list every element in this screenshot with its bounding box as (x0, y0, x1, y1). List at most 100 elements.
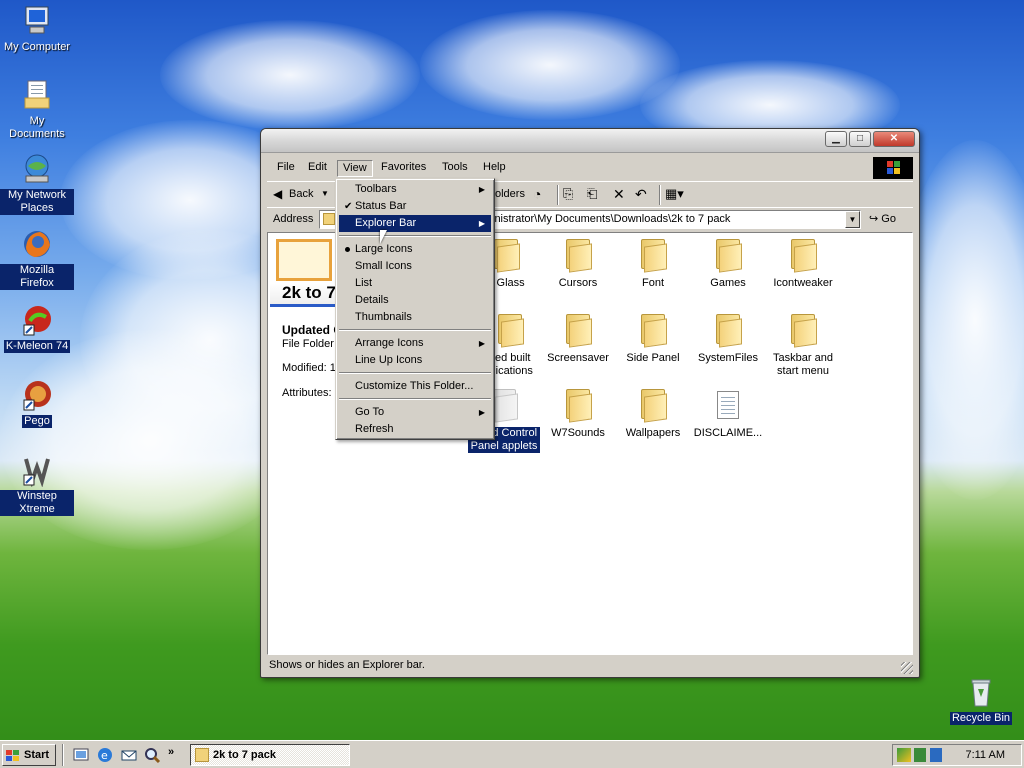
menu-file[interactable]: File (272, 160, 300, 177)
menu-help[interactable]: Help (478, 160, 511, 177)
menu-item-list[interactable]: List (339, 275, 491, 292)
selected-item-modified: Modified: 12 (282, 362, 342, 374)
file-item[interactable]: SystemFiles (692, 314, 764, 365)
desktop-icon-label: Winstep Xtreme (0, 490, 74, 516)
menu-item-arrange-icons[interactable]: Arrange Icons ▶ (339, 335, 491, 352)
show-desktop-icon[interactable] (72, 746, 90, 764)
back-arrow-icon: ◀ (273, 187, 283, 201)
file-item[interactable]: W7Sounds (542, 389, 614, 440)
menu-item-label: Details (355, 294, 389, 306)
menu-item-large-icons[interactable]: Large Icons (339, 241, 491, 258)
selected-item-name: Updated C (282, 323, 342, 337)
desktop-icon-label: K-Meleon 74 (3, 340, 71, 353)
file-item[interactable]: Taskbar and start menu (767, 314, 839, 378)
file-item[interactable]: Screensaver (542, 314, 614, 365)
file-item[interactable]: Wallpapers (617, 389, 689, 440)
view-menu-dropdown: Toolbars ▶ ✔ Status Bar Explorer Bar ▶ L… (335, 178, 495, 440)
file-item[interactable]: Icontweaker (767, 239, 839, 290)
delete-icon[interactable]: ✕ (613, 185, 631, 205)
back-button[interactable]: ◀ Back ▼ (271, 185, 331, 205)
selected-item-attributes: Attributes: (282, 387, 332, 399)
folder-icon (714, 314, 742, 348)
minimize-button[interactable]: ▁ (825, 131, 847, 147)
computer-icon (20, 4, 54, 38)
address-dropdown-button[interactable]: ▼ (845, 211, 860, 228)
copy-to-icon[interactable]: ⎗ (587, 185, 607, 205)
file-label: Font (641, 277, 664, 289)
menu-separator (339, 329, 491, 331)
menu-edit[interactable]: Edit (303, 160, 332, 177)
volume-tray-icon[interactable] (914, 748, 926, 762)
folder-icon (789, 239, 817, 273)
desktop-icon-winstep-xtreme[interactable]: Winstep Xtreme (0, 453, 74, 516)
file-label: DISCLAIME... (693, 427, 763, 439)
menu-item-refresh[interactable]: Refresh (339, 421, 491, 438)
go-arrow-icon: ↪ (869, 213, 879, 225)
menu-item-customize-this-folder[interactable]: Customize This Folder... (339, 378, 491, 395)
menu-item-explorer-bar[interactable]: Explorer Bar ▶ (339, 215, 491, 232)
menu-item-label: Customize This Folder... (355, 380, 474, 392)
desktop-icon-my-documents[interactable]: My Documents (0, 78, 74, 141)
k-meleon-icon (20, 303, 54, 337)
clock[interactable]: 7:11 AM (965, 749, 1005, 761)
desktop-icon-label: My Documents (9, 115, 65, 140)
file-label: Wallpapers (625, 427, 681, 439)
internet-explorer-icon[interactable]: e (96, 746, 114, 764)
menu-item-thumbnails[interactable]: Thumbnails (339, 309, 491, 326)
app-tray-icon[interactable] (930, 748, 942, 762)
back-label: Back (289, 188, 314, 200)
menu-item-label: Refresh (355, 423, 394, 435)
folder-icon (564, 314, 592, 348)
selected-item-type: File Folder (282, 338, 334, 350)
menu-item-label: Status Bar (355, 200, 407, 212)
menu-item-small-icons[interactable]: Small Icons (339, 258, 491, 275)
file-item[interactable]: Cursors (542, 239, 614, 290)
folder-icon (195, 748, 209, 762)
taskbar-task-2k-to-7-pack[interactable]: 2k to 7 pack (190, 744, 350, 766)
file-label: Icontweaker (773, 277, 833, 289)
menu-item-toolbars[interactable]: Toolbars ▶ (339, 181, 491, 198)
move-to-icon[interactable]: ⎘ (563, 185, 583, 205)
desktop-icon-pego[interactable]: Pego (0, 378, 74, 428)
maximize-button[interactable]: □ (849, 131, 871, 147)
network-tray-icon[interactable] (897, 748, 911, 762)
menu-tools[interactable]: Tools (437, 160, 473, 177)
menu-item-details[interactable]: Details (339, 292, 491, 309)
close-button[interactable]: ✕ (873, 131, 915, 147)
file-item[interactable]: Font (617, 239, 689, 290)
go-label: Go (881, 213, 896, 225)
file-item[interactable]: Side Panel (617, 314, 689, 365)
views-icon[interactable]: ▦▾ (665, 185, 693, 205)
start-button[interactable]: Start (2, 744, 56, 766)
go-button[interactable]: ↪ Go (869, 211, 896, 229)
file-label: W7Sounds (551, 427, 605, 439)
taskbar-separator (62, 744, 64, 766)
pego-icon (20, 378, 54, 412)
menu-separator (339, 235, 491, 237)
folder-icon (492, 239, 520, 273)
title-bar[interactable]: ▁ □ ✕ (261, 129, 919, 153)
file-item[interactable]: Games (692, 239, 764, 290)
desktop-icon-k-meleon[interactable]: K-Meleon 74 (0, 303, 74, 353)
search-icon[interactable] (143, 746, 161, 764)
folders-button[interactable]: olders (495, 185, 535, 205)
desktop-icon-my-network-places[interactable]: My Network Places (0, 152, 74, 215)
winstep-icon (20, 453, 54, 488)
history-icon[interactable]: ◔ (533, 185, 553, 205)
folder-icon (639, 239, 667, 273)
menu-view[interactable]: View (337, 160, 373, 177)
menu-item-status-bar[interactable]: ✔ Status Bar (339, 198, 491, 215)
menu-item-label: Toolbars (355, 183, 397, 195)
desktop-icon-my-computer[interactable]: My Computer (0, 4, 74, 54)
desktop-icon-recycle-bin[interactable]: Recycle Bin (944, 675, 1018, 725)
quicklaunch-more-button[interactable]: » (168, 746, 174, 758)
outlook-express-icon[interactable] (120, 746, 138, 764)
undo-icon[interactable]: ↶ (635, 185, 655, 205)
menu-favorites[interactable]: Favorites (376, 160, 431, 177)
desktop-icon-mozilla-firefox[interactable]: Mozilla Firefox (0, 227, 74, 290)
menu-item-go-to[interactable]: Go To ▶ (339, 404, 491, 421)
menu-item-line-up-icons[interactable]: Line Up Icons (339, 352, 491, 369)
file-item[interactable]: DISCLAIME... (692, 389, 764, 440)
desktop-icon-label: Mozilla Firefox (0, 264, 74, 290)
resize-grip[interactable] (901, 662, 913, 674)
